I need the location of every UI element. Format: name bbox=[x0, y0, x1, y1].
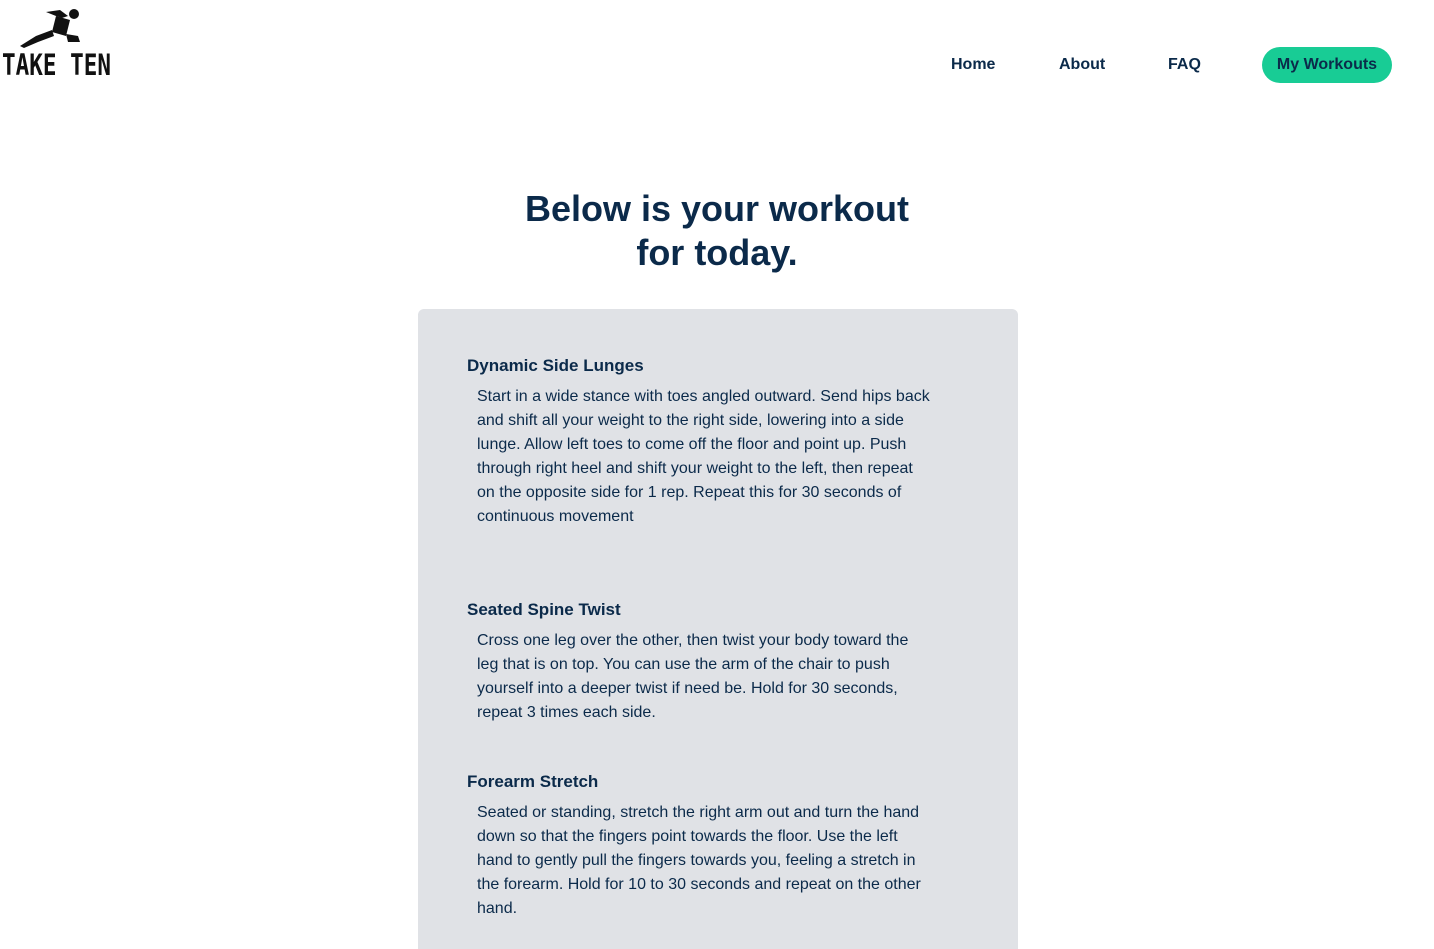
running-figure-icon bbox=[20, 9, 80, 48]
page-title-line-2: for today. bbox=[636, 232, 798, 273]
nav-about[interactable]: About bbox=[1059, 47, 1105, 83]
nav-faq[interactable]: FAQ bbox=[1168, 47, 1201, 83]
exercise-item: Dynamic Side Lunges Start in a wide stan… bbox=[467, 355, 937, 529]
page-title-line-1: Below is your workout bbox=[524, 188, 910, 229]
workout-card: Dynamic Side Lunges Start in a wide stan… bbox=[418, 309, 1018, 949]
nav-my-workouts[interactable]: My Workouts bbox=[1262, 47, 1392, 83]
exercise-title: Dynamic Side Lunges bbox=[467, 356, 644, 375]
exercise-item: Seated Spine Twist Cross one leg over th… bbox=[467, 599, 937, 725]
exercise-item: Forearm Stretch Seated or standing, stre… bbox=[467, 771, 937, 921]
exercise-description: Cross one leg over the other, then twist… bbox=[477, 632, 909, 721]
exercise-description: Seated or standing, stretch the right ar… bbox=[477, 804, 921, 917]
page-title: Below is your workout for today. bbox=[417, 187, 1017, 275]
exercise-description: Start in a wide stance with toes angled … bbox=[477, 388, 930, 525]
exercise-title: Forearm Stretch bbox=[467, 772, 599, 791]
main-nav: Home About FAQ My Workouts bbox=[0, 47, 1434, 83]
exercise-title: Seated Spine Twist bbox=[467, 600, 621, 619]
page: TAKE TEN Home About FAQ My Workouts Belo… bbox=[0, 0, 1434, 949]
nav-home[interactable]: Home bbox=[951, 47, 995, 83]
